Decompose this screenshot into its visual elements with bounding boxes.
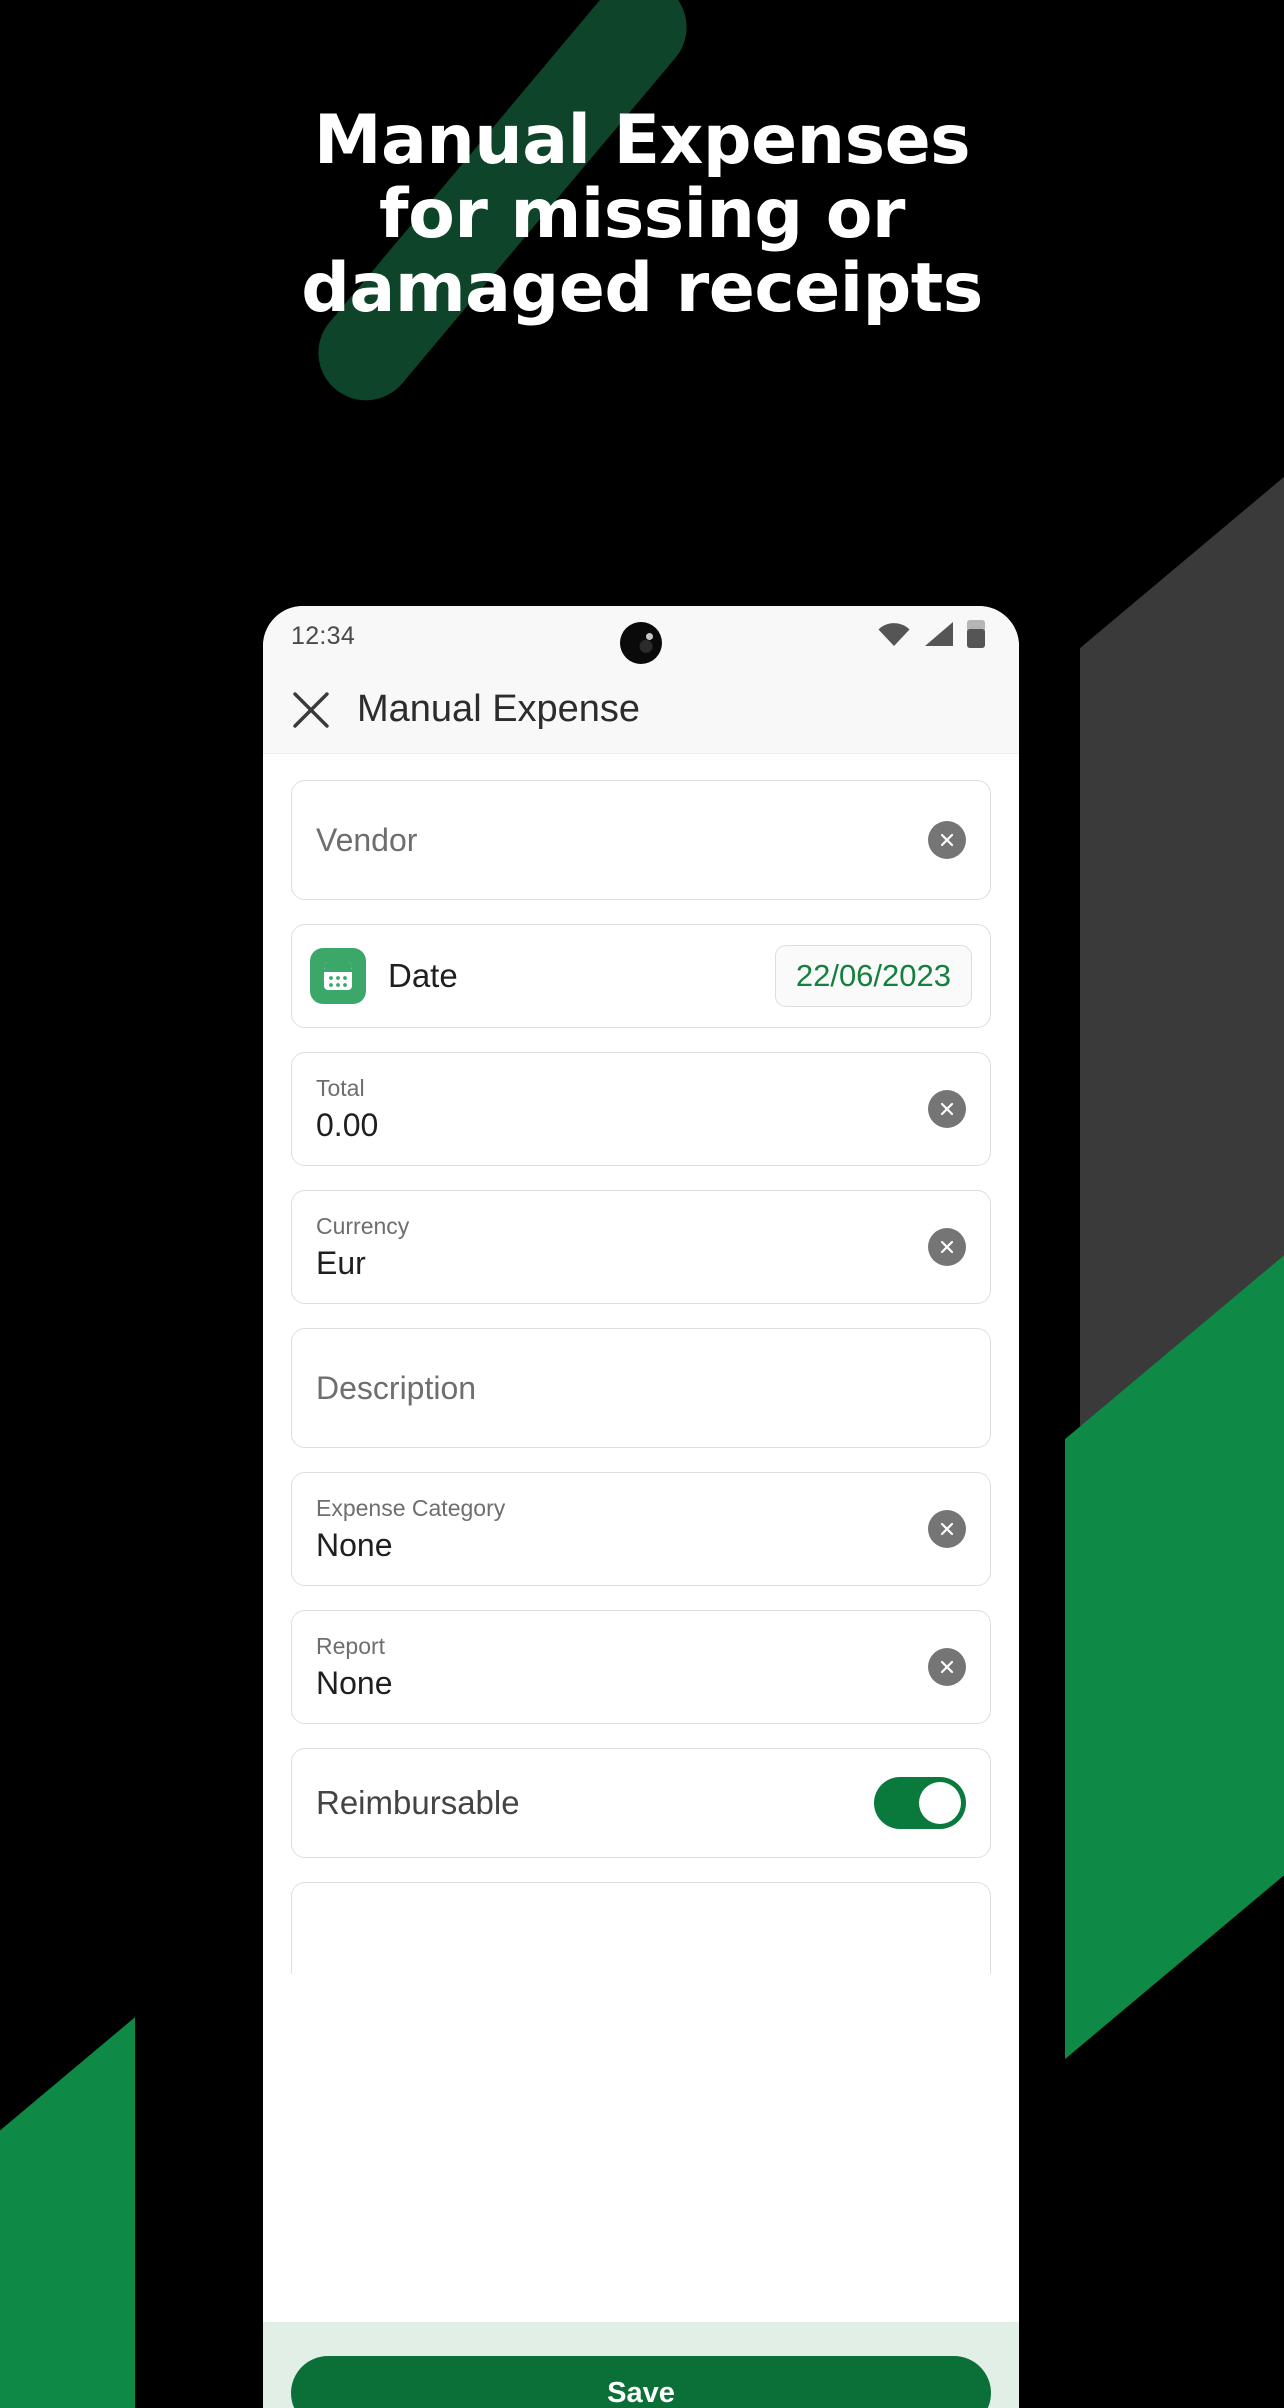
phone-screen: 12:34 Manual Expense Vendor Date 22/06/2…	[263, 606, 1019, 2408]
phone-mockup: 12:34 Manual Expense Vendor Date 22/06/2…	[255, 598, 1027, 2408]
field-reimbursable[interactable]: Reimbursable	[291, 1748, 991, 1858]
battery-icon	[967, 619, 985, 653]
description-placeholder: Description	[316, 1370, 477, 1406]
decorative-stripe-green-left	[0, 2017, 135, 2408]
field-description[interactable]: Description	[291, 1328, 991, 1448]
clear-vendor-button[interactable]	[928, 821, 966, 859]
expense-form: Vendor Date 22/06/2023 Total 0.00 Curren…	[263, 754, 1019, 2322]
close-icon[interactable]	[291, 690, 331, 730]
reimbursable-toggle[interactable]	[874, 1777, 966, 1829]
page-title: Manual Expense	[357, 688, 641, 730]
status-bar-clock: 12:34	[291, 621, 356, 650]
calendar-icon	[310, 948, 366, 1004]
save-button[interactable]: Save	[291, 2356, 991, 2408]
expense-category-value: None	[316, 1527, 393, 1563]
total-value: 0.00	[316, 1107, 379, 1143]
wifi-icon	[877, 621, 911, 652]
clear-report-button[interactable]	[928, 1648, 966, 1686]
clear-total-button[interactable]	[928, 1090, 966, 1128]
field-next-partial	[291, 1882, 991, 1974]
cellular-signal-icon	[924, 621, 954, 652]
report-value: None	[316, 1665, 393, 1701]
date-value-chip[interactable]: 22/06/2023	[774, 945, 972, 1007]
clear-expense-category-button[interactable]	[928, 1510, 966, 1548]
clear-currency-button[interactable]	[928, 1228, 966, 1266]
toggle-knob	[919, 1782, 961, 1824]
date-label: Date	[388, 957, 458, 994]
field-currency[interactable]: Currency Eur	[291, 1190, 991, 1304]
vendor-placeholder: Vendor	[316, 822, 418, 858]
headline-line-2: for missing or	[379, 175, 905, 254]
field-date[interactable]: Date 22/06/2023	[291, 924, 991, 1028]
status-bar-icons	[877, 619, 985, 653]
front-camera-punch-hole	[620, 622, 662, 664]
field-report[interactable]: Report None	[291, 1610, 991, 1724]
currency-value: Eur	[316, 1245, 366, 1281]
app-bar: Manual Expense	[263, 666, 1019, 754]
field-expense-category[interactable]: Expense Category None	[291, 1472, 991, 1586]
total-label: Total	[316, 1075, 365, 1101]
bottom-action-bar: Save	[263, 2322, 1019, 2408]
headline-line-1: Manual Expenses	[313, 101, 971, 180]
status-bar: 12:34	[263, 606, 1019, 666]
reimbursable-label: Reimbursable	[316, 1784, 520, 1821]
field-vendor[interactable]: Vendor	[291, 780, 991, 900]
currency-label: Currency	[316, 1213, 410, 1239]
headline: Manual Expenses for missing or damaged r…	[0, 104, 1284, 326]
report-label: Report	[316, 1633, 386, 1659]
headline-line-3: damaged receipts	[301, 249, 983, 328]
expense-category-label: Expense Category	[316, 1495, 506, 1521]
field-total[interactable]: Total 0.00	[291, 1052, 991, 1166]
